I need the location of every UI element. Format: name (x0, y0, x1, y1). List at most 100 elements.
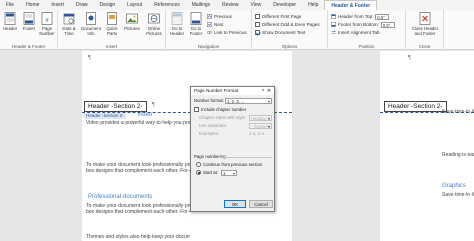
quick-parts-button[interactable]: Quick Parts (103, 11, 121, 41)
page-number-label: Page Number (39, 26, 55, 36)
examples-value: 1-1, 1-A (249, 131, 265, 136)
group-position: Header from Top: 0.5" Footer from Bottom:… (328, 10, 406, 50)
quick-parts-label: Quick Parts (106, 26, 118, 36)
footer-from-bottom-input[interactable]: 0.5" (380, 22, 395, 28)
start-at-radio[interactable] (196, 170, 201, 175)
left-paragraph-2: To·make·your·document·look·professionall… (86, 162, 190, 175)
ribbon-tabs: File Home Insert Draw Design Layout Refe… (0, 0, 474, 10)
tab-view[interactable]: View (245, 0, 268, 10)
tab-developer[interactable]: Developer (267, 0, 302, 10)
previous-label: Previous (214, 14, 232, 19)
document-info-button[interactable]: Document Info (80, 11, 102, 41)
right-paragraph-2: Reading·is·easier,·too,·in·the·new·Readi… (442, 152, 474, 158)
group-label-position: Position (358, 44, 375, 49)
different-odd-even-checkbox[interactable]: Different Odd & Even Pages (255, 21, 320, 28)
header-from-top-input[interactable]: 0.5" (375, 14, 390, 20)
left-paragraph-1: Video·provides·a·powerful·way·to·help·yo… (86, 120, 190, 126)
header-section-label: Header -Section 2- (84, 113, 126, 119)
previous-icon (207, 14, 212, 19)
tab-home[interactable]: Home (20, 0, 45, 10)
left-heading-video: Video (137, 112, 153, 118)
tab-layout[interactable]: Layout (121, 0, 148, 10)
chapter-style-select[interactable]: Heading 1 (249, 115, 272, 121)
date-time-label: Date & Time (62, 26, 76, 36)
online-pictures-button[interactable]: Online Pictures (144, 11, 164, 41)
header-section-tag: Header -Section 2- (84, 101, 147, 112)
show-document-text-label: Show Document Text (262, 30, 306, 35)
next-button[interactable]: Next (207, 21, 223, 28)
group-options: Different First Page Different Odd & Eve… (252, 10, 328, 50)
left-paragraph-4: Themes·and·styles·also·help·keep·your·do… (86, 234, 190, 240)
different-first-page-box[interactable] (255, 14, 260, 19)
link-to-previous-label: Link to Previous (214, 30, 247, 35)
header-from-top-label: Header from Top: (338, 14, 374, 19)
insert-alignment-tab-button[interactable]: Insert Alignment Tab (331, 29, 380, 36)
footer-position-icon (331, 22, 336, 27)
link-to-previous-button[interactable]: Link to Previous (207, 29, 247, 36)
start-at-label: Start at: (203, 170, 219, 175)
right-page[interactable]: ¶ Header -Section 2- Save·time·in·Word·w… (380, 51, 474, 241)
help-icon[interactable]: ? (261, 87, 264, 95)
tab-review[interactable]: Review (216, 0, 244, 10)
previous-button[interactable]: Previous (207, 13, 232, 20)
group-label-header-footer: Header & Footer (11, 44, 46, 49)
footer-label: Footer (22, 26, 36, 31)
group-header-footer: Header Footer # Page Number Header & Foo… (0, 10, 58, 50)
insert-alignment-tab-label: Insert Alignment Tab (338, 30, 380, 35)
tab-design[interactable]: Design (94, 0, 122, 10)
tab-insert[interactable]: Insert (45, 0, 70, 10)
number-format-select[interactable]: 1, 2, 3, ... (225, 98, 272, 104)
different-odd-even-label: Different Odd & Even Pages (262, 22, 320, 27)
tab-help[interactable]: Help (302, 0, 324, 10)
footer-button[interactable]: Footer (20, 11, 38, 41)
close-dialog-icon[interactable]: ✕ (267, 87, 271, 95)
next-icon (207, 22, 212, 27)
pictures-button[interactable]: Pictures (123, 11, 141, 41)
footer-from-bottom-label: Footer from Bottom: (338, 22, 379, 27)
examples-label: Examples: (199, 131, 220, 136)
tab-mailings[interactable]: Mailings (186, 0, 216, 10)
right-pilcrow-mark: ¶ (408, 55, 411, 61)
go-to-footer-button[interactable]: Go to Footer (187, 11, 205, 41)
date-time-button[interactable]: Date & Time (60, 11, 78, 41)
pictures-label: Pictures (124, 26, 140, 31)
picture-icon (126, 13, 138, 24)
calendar-icon (63, 13, 75, 25)
cancel-button[interactable]: Cancel (249, 200, 273, 208)
page-number-button[interactable]: # Page Number (38, 11, 56, 41)
include-chapter-row[interactable]: Include chapter number (194, 107, 246, 113)
footer-icon (23, 12, 35, 25)
tab-header-footer[interactable]: Header & Footer (324, 0, 378, 10)
ok-button[interactable]: OK (224, 200, 246, 208)
include-chapter-checkbox[interactable] (194, 107, 199, 112)
page-number-format-dialog: Page Number Format ? ✕ Number format: 1,… (190, 86, 275, 212)
pilcrow-mark: ¶ (88, 55, 91, 61)
separator-select[interactable]: - (hyphen) (249, 123, 272, 129)
header-position-icon (331, 14, 336, 19)
show-document-text-checkbox[interactable]: Show Document Text (255, 29, 305, 36)
close-icon (419, 12, 431, 25)
group-close: Close Header and Footer Close (406, 10, 444, 50)
group-navigation: Go to Header Go to Footer Previous Next … (166, 10, 252, 50)
continue-previous-radio[interactable] (196, 162, 201, 167)
start-at-input[interactable]: 1 (221, 170, 237, 176)
include-chapter-label: Include chapter number (201, 107, 247, 112)
go-to-header-icon (171, 12, 183, 25)
tab-file[interactable]: File (0, 0, 20, 10)
go-to-header-button[interactable]: Go to Header (168, 11, 186, 41)
continue-previous-row[interactable]: Continue from previous section (196, 162, 262, 168)
group-label-navigation: Navigation (197, 44, 220, 49)
chapter-starts-label: Chapter starts with style (199, 115, 245, 120)
close-header-footer-button[interactable]: Close Header and Footer (410, 11, 440, 41)
start-at-row[interactable]: Start at: (196, 170, 218, 176)
different-odd-even-box[interactable] (255, 22, 260, 27)
right-heading-graphics: Graphics (442, 183, 467, 189)
group-label-close: Close (418, 44, 431, 49)
tab-references[interactable]: References (148, 0, 186, 10)
right-paragraph-1: Save·time·in·Word·with·new·buttons·that·… (442, 109, 474, 115)
tab-draw[interactable]: Draw (70, 0, 94, 10)
show-document-text-box[interactable] (255, 30, 260, 35)
left-paragraph-3: To·make·your·document·look·professionall… (86, 203, 190, 216)
different-first-page-checkbox[interactable]: Different First Page (255, 13, 302, 20)
header-button[interactable]: Header (1, 11, 19, 41)
